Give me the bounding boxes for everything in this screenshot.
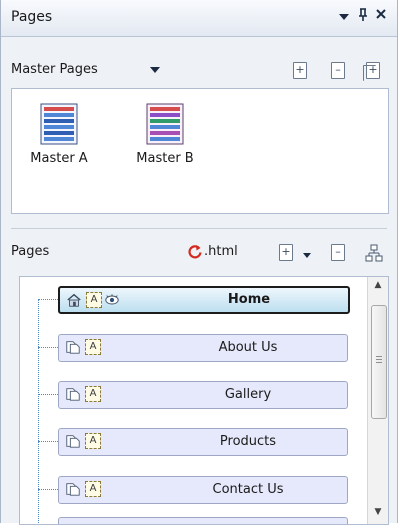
add-page-icon: +: [279, 244, 293, 261]
html-export-button[interactable]: .html: [187, 244, 241, 262]
scroll-up-arrow-icon[interactable]: ▲: [368, 280, 388, 296]
style-a-icon: A: [85, 386, 101, 402]
duplicate-master-button[interactable]: +: [363, 62, 380, 81]
pages-panel: Pages Master Pages + – + Master A Master…: [0, 0, 398, 525]
page-node-about-us[interactable]: A About Us: [58, 334, 348, 362]
pin-icon[interactable]: [357, 8, 369, 26]
add-page-dropdown-icon[interactable]: [303, 248, 319, 266]
sitemap-icon: [365, 244, 383, 262]
delete-page-button[interactable]: –: [331, 244, 347, 262]
refresh-icon: [188, 245, 202, 259]
master-page-icon: [146, 103, 184, 145]
page-node-home[interactable]: A Home: [58, 286, 350, 314]
master-pages-dropdown-icon[interactable]: [149, 64, 165, 82]
add-page-icon: +: [293, 62, 307, 79]
close-icon[interactable]: [375, 8, 387, 24]
panel-titlebar: Pages: [1, 0, 397, 37]
master-pages-label: Master Pages: [11, 62, 98, 77]
add-page-button[interactable]: +: [279, 244, 295, 262]
tree-connector: [38, 299, 39, 524]
page-node-label: Home: [227, 292, 271, 307]
page-node-label: Contact Us: [212, 482, 284, 497]
pages-tree: A Home A About Us A Gallery A Products A…: [19, 276, 389, 525]
master-page-icon: [40, 103, 78, 145]
style-a-icon: A: [85, 481, 101, 497]
remove-page-icon: –: [331, 244, 345, 261]
pages-icon: [66, 435, 80, 448]
page-node-contact-us[interactable]: A Contact Us: [58, 476, 348, 504]
eye-icon: [105, 294, 119, 305]
panel-menu-dropdown-icon[interactable]: [338, 10, 350, 26]
style-a-icon: A: [85, 339, 101, 355]
style-a-icon: A: [86, 292, 102, 308]
page-node-gallery[interactable]: A Gallery: [58, 381, 348, 409]
master-item[interactable]: Master A: [28, 103, 90, 166]
page-node-label: Gallery: [224, 387, 272, 402]
html-label: .html: [204, 244, 238, 259]
pages-label: Pages: [11, 244, 50, 259]
scroll-down-arrow-icon[interactable]: ▼: [368, 507, 388, 523]
section-divider: [11, 228, 387, 229]
page-node-label: About Us: [218, 340, 278, 355]
master-item-label: Master B: [136, 151, 194, 166]
delete-master-button[interactable]: –: [331, 62, 347, 80]
master-item-label: Master A: [30, 151, 88, 166]
master-item[interactable]: Master B: [130, 103, 200, 166]
remove-page-icon: –: [331, 62, 345, 79]
pages-icon: [66, 341, 80, 354]
scroll-thumb[interactable]: [371, 305, 387, 419]
sitemap-button[interactable]: [365, 244, 383, 262]
page-node-label: Products: [219, 434, 277, 449]
pages-scrollbar[interactable]: ▲ ▼: [367, 277, 388, 524]
pages-icon: [66, 483, 80, 496]
add-master-button[interactable]: +: [293, 62, 309, 80]
pages-icon: [66, 388, 80, 401]
home-icon: [67, 293, 81, 307]
page-node-partial[interactable]: [58, 517, 348, 524]
page-node-products[interactable]: A Products: [58, 428, 348, 456]
master-pages-list: Master A Master B: [11, 88, 389, 214]
style-a-icon: A: [85, 433, 101, 449]
panel-title: Pages: [11, 9, 53, 25]
